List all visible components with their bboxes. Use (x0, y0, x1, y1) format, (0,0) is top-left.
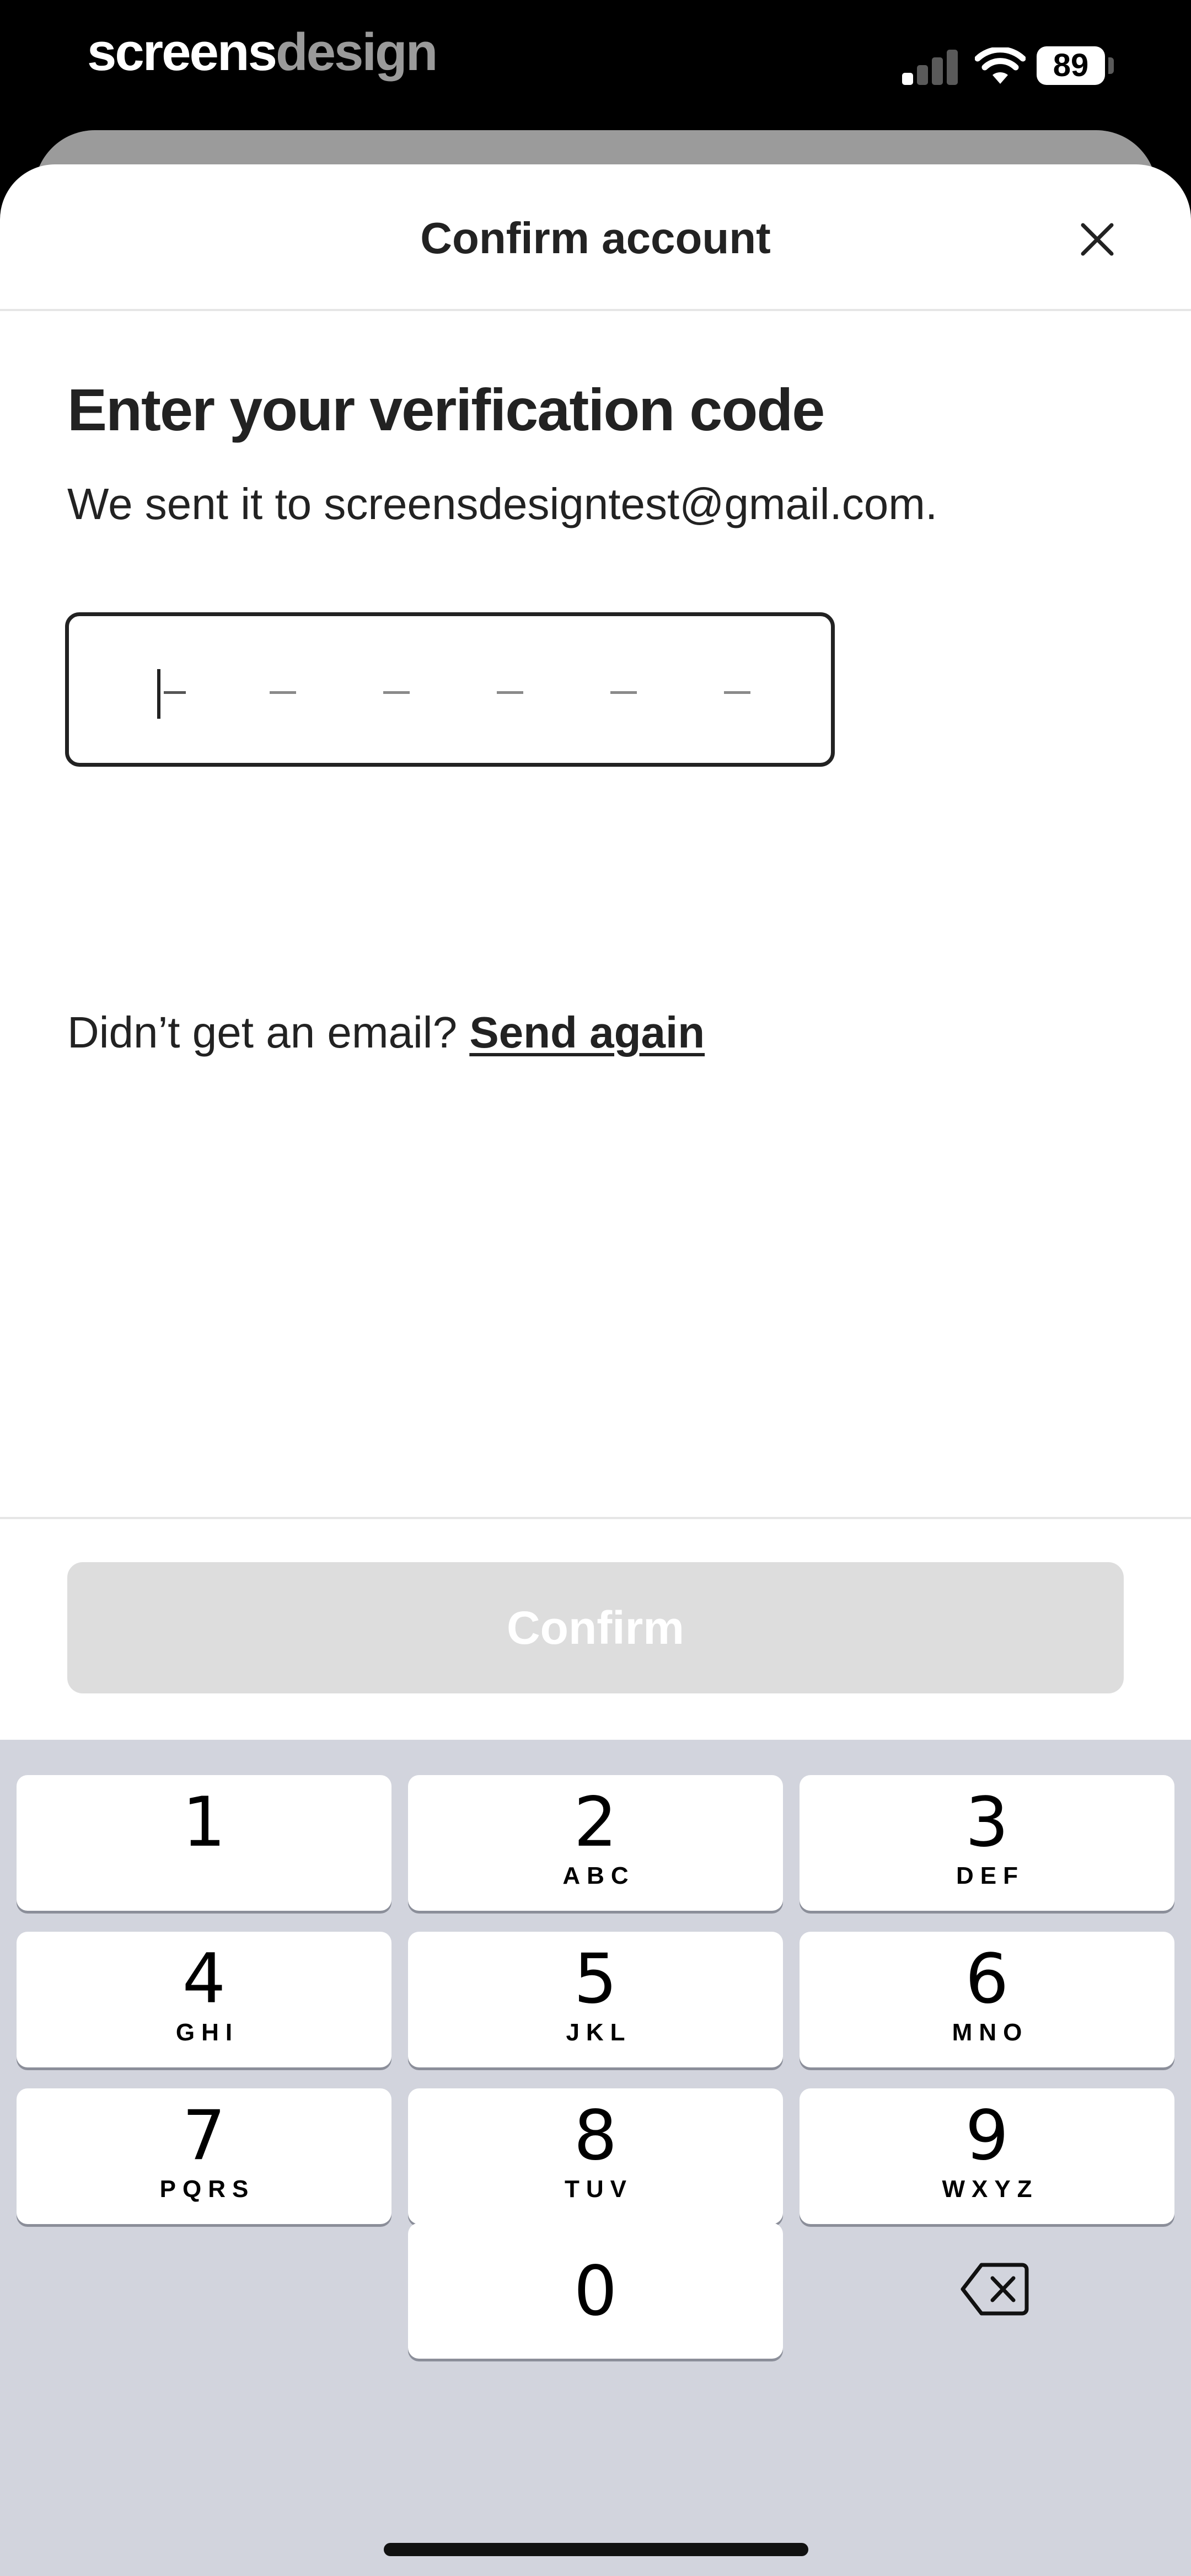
key-4[interactable]: 4 GHI (17, 1932, 391, 2067)
code-slot (724, 691, 750, 694)
key-letters: JKL (566, 2019, 632, 2046)
key-digit: 9 (965, 2096, 1009, 2176)
key-letters: WXYZ (942, 2176, 1039, 2203)
code-slot (610, 691, 637, 694)
key-digit: 6 (965, 1939, 1009, 2019)
key-8[interactable]: 8 TUV (408, 2088, 783, 2224)
key-digit: 4 (182, 1939, 226, 2019)
key-7[interactable]: 7 PQRS (17, 2088, 391, 2224)
signal-icon (902, 49, 958, 85)
key-letters: DEF (956, 1862, 1024, 1889)
battery-icon: 89 (1037, 46, 1105, 85)
key-digit: 3 (965, 1783, 1009, 1862)
key-letters: TUV (565, 2176, 633, 2203)
home-indicator[interactable] (384, 2543, 808, 2556)
send-again-link[interactable]: Send again (469, 1008, 705, 1057)
signal-bar (902, 73, 913, 85)
confirm-button[interactable]: Confirm (67, 1562, 1124, 1693)
code-slot (164, 691, 186, 694)
resend-prompt: Didn’t get an email? (67, 1008, 458, 1057)
signal-bar (947, 50, 958, 85)
text-caret (157, 669, 160, 719)
key-letters: GHI (175, 2019, 239, 2046)
brand-logo-part2: design (275, 23, 438, 82)
key-2[interactable]: 2 ABC (408, 1775, 783, 1911)
key-digit: 8 (573, 2096, 618, 2176)
signal-bar (917, 65, 928, 85)
resend-row: Didn’t get an email? Send again (67, 1005, 705, 1060)
battery-tip (1108, 57, 1114, 74)
code-slot (383, 691, 410, 694)
key-9[interactable]: 9 WXYZ (800, 2088, 1174, 2224)
key-letters: MNO (952, 2019, 1029, 2046)
verification-code-input[interactable] (65, 612, 835, 767)
code-slot (497, 691, 523, 694)
brand-logo-part1: screens (87, 23, 277, 82)
footer-divider (0, 1517, 1191, 1519)
key-0[interactable]: 0 (408, 2223, 783, 2359)
key-digit: 0 (573, 2252, 618, 2331)
key-digit: 1 (182, 1783, 226, 1862)
key-3[interactable]: 3 DEF (800, 1775, 1174, 1911)
numeric-keypad: 1 2 ABC 3 DEF 4 GHI 5 JKL 6 MNO 7 PQRS 8… (0, 1740, 1191, 2576)
sheet-title: Confirm account (420, 213, 771, 263)
key-letters: PQRS (159, 2176, 255, 2203)
key-5[interactable]: 5 JKL (408, 1932, 783, 2067)
close-icon[interactable] (1075, 217, 1119, 261)
key-digit: 2 (573, 1783, 618, 1862)
confirm-account-sheet: Confirm account Enter your verification … (0, 164, 1191, 1740)
brand-logo: screensdesign (87, 22, 438, 83)
key-letters: ABC (562, 1862, 635, 1889)
page-heading: Enter your verification code (67, 376, 825, 443)
code-slot (270, 691, 296, 694)
sheet-header: Confirm account (0, 164, 1191, 311)
signal-bar (932, 57, 943, 85)
sent-to-text: We sent it to screensdesigntest@gmail.co… (67, 479, 938, 528)
wifi-icon (975, 47, 1026, 84)
status-bar: screensdesign 89 (0, 0, 1191, 127)
key-6[interactable]: 6 MNO (800, 1932, 1174, 2067)
backspace-icon[interactable] (961, 2260, 1029, 2318)
key-digit: 7 (182, 2096, 226, 2176)
key-digit: 5 (573, 1939, 618, 2019)
key-1[interactable]: 1 (17, 1775, 391, 1911)
